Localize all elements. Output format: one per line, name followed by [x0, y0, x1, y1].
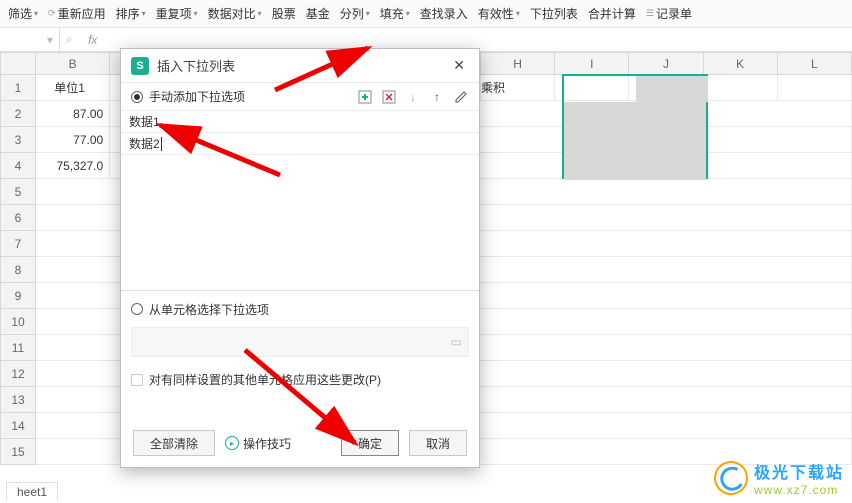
clear-all-button[interactable]: 全部清除 [133, 430, 215, 456]
radio-range[interactable] [131, 303, 143, 315]
watermark-name: 极光下载站 [754, 459, 844, 483]
tips-link[interactable]: ▸操作技巧 [225, 435, 291, 452]
dialog-title: 插入下拉列表 [157, 56, 441, 75]
close-button[interactable]: ✕ [449, 55, 469, 76]
move-down-icon[interactable]: ↓ [405, 89, 421, 105]
dropdown-items-list[interactable]: 数据1 数据2 [121, 111, 479, 291]
apply-others-label: 对有同样设置的其他单元格应用这些更改(P) [149, 371, 381, 388]
watermark-url: www.xz7.com [754, 483, 844, 497]
range-ref-input: ▭ [131, 327, 469, 357]
sort-button[interactable]: 排序▾ [112, 5, 150, 22]
range-option-row[interactable]: 从单元格选择下拉选项 [121, 291, 479, 327]
dialog-titlebar: S 插入下拉列表 ✕ [121, 49, 479, 83]
fx-label: fx [79, 33, 107, 47]
cell[interactable]: 75,327.0 [36, 153, 110, 179]
sheet-tab[interactable]: heet1 [6, 482, 58, 501]
move-up-icon[interactable]: ↑ [429, 89, 445, 105]
app-icon: S [131, 57, 149, 75]
cell[interactable]: 乘积 [481, 75, 555, 101]
record-button[interactable]: ☰记录单 [642, 5, 696, 22]
edit-item-icon[interactable] [453, 89, 469, 105]
manual-option-label: 手动添加下拉选项 [149, 88, 245, 105]
row-header[interactable]: 1 [1, 75, 36, 101]
col-header[interactable]: B [36, 53, 110, 75]
radio-manual[interactable] [131, 91, 143, 103]
watermark: 极光下载站 www.xz7.com [714, 459, 844, 497]
watermark-logo [710, 457, 752, 499]
fill-button[interactable]: 填充▾ [376, 5, 414, 22]
col-header[interactable]: I [555, 53, 629, 75]
delete-item-icon[interactable] [381, 89, 397, 105]
dropdown-list-button[interactable]: 下拉列表 [526, 5, 582, 22]
col-header[interactable]: L [777, 53, 851, 75]
search-icon: ⌕ [66, 32, 73, 47]
stock-button[interactable]: 股票 [268, 5, 300, 22]
manual-option-row[interactable]: 手动添加下拉选项 ↓ ↑ [121, 83, 479, 111]
cell[interactable]: 单位1 [36, 75, 110, 101]
ribbon-toolbar: 筛选▾ ⟳重新应用 排序▾ 重复项▾ 数据对比▾ 股票 基金 分列▾ 填充▾ 查… [0, 0, 852, 28]
reapply-button[interactable]: ⟳重新应用 [44, 5, 110, 22]
insert-dropdown-dialog: S 插入下拉列表 ✕ 手动添加下拉选项 ↓ ↑ 数据1 数据2 从单元格选择下拉… [120, 48, 480, 468]
cell[interactable]: 87.00 [36, 101, 110, 127]
name-box[interactable]: ▾ [0, 28, 60, 51]
dialog-footer: 全部清除 ▸操作技巧 确定 取消 [121, 419, 479, 467]
apply-others-checkbox[interactable] [131, 374, 143, 386]
fund-button[interactable]: 基金 [302, 5, 334, 22]
validation-button[interactable]: 有效性▾ [474, 5, 524, 22]
find-input-button[interactable]: 查找录入 [416, 5, 472, 22]
range-picker-icon: ▭ [451, 335, 462, 349]
ok-button[interactable]: 确定 [341, 430, 399, 456]
col-header[interactable]: H [481, 53, 555, 75]
list-item[interactable]: 数据2 [121, 133, 479, 155]
apply-others-row: 对有同样设置的其他单元格应用这些更改(P) [121, 357, 479, 392]
compare-button[interactable]: 数据对比▾ [204, 5, 266, 22]
col-header[interactable] [1, 53, 36, 75]
filter-button[interactable]: 筛选▾ [4, 5, 42, 22]
consolidate-button[interactable]: 合并计算 [584, 5, 640, 22]
duplicates-button[interactable]: 重复项▾ [152, 5, 202, 22]
list-item[interactable]: 数据1 [121, 111, 479, 133]
range-option-label: 从单元格选择下拉选项 [149, 301, 269, 318]
cancel-button[interactable]: 取消 [409, 430, 467, 456]
col-header[interactable]: J [629, 53, 703, 75]
add-item-icon[interactable] [357, 89, 373, 105]
cell[interactable]: 77.00 [36, 127, 110, 153]
split-button[interactable]: 分列▾ [336, 5, 374, 22]
col-header[interactable]: K [703, 53, 777, 75]
